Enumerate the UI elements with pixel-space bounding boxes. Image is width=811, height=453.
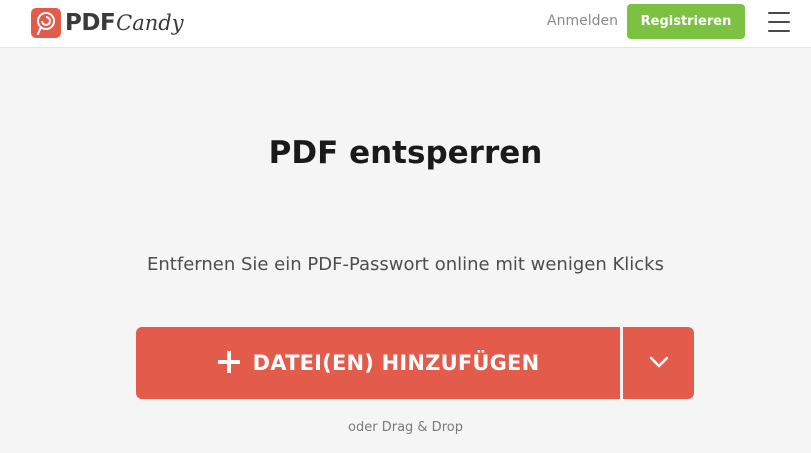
chevron-down-icon — [649, 356, 669, 371]
page-subtitle: Entfernen Sie ein PDF-Passwort online mi… — [147, 254, 664, 275]
header: PDF Candy Anmelden Registrieren — [0, 0, 811, 48]
menu-bar — [768, 30, 790, 32]
menu-bar — [768, 21, 790, 23]
add-files-label: DATEI(EN) HINZUFÜGEN — [252, 351, 540, 375]
plus-icon — [217, 346, 241, 380]
login-link[interactable]: Anmelden — [547, 13, 618, 29]
add-files-button[interactable]: DATEI(EN) HINZUFÜGEN — [136, 327, 620, 399]
lollipop-logo-icon — [31, 8, 61, 38]
drag-drop-hint: oder Drag & Drop — [348, 420, 463, 435]
menu-bar — [768, 12, 790, 14]
hamburger-menu-icon[interactable] — [768, 12, 790, 32]
register-button[interactable]: Registrieren — [627, 4, 745, 39]
logo-text-pdf: PDF — [65, 10, 116, 36]
upload-source-dropdown-button[interactable] — [623, 327, 694, 399]
logo-text-candy: Candy — [116, 11, 184, 35]
page-title: PDF entsperren — [268, 135, 543, 171]
logo[interactable]: PDF Candy — [31, 7, 184, 39]
